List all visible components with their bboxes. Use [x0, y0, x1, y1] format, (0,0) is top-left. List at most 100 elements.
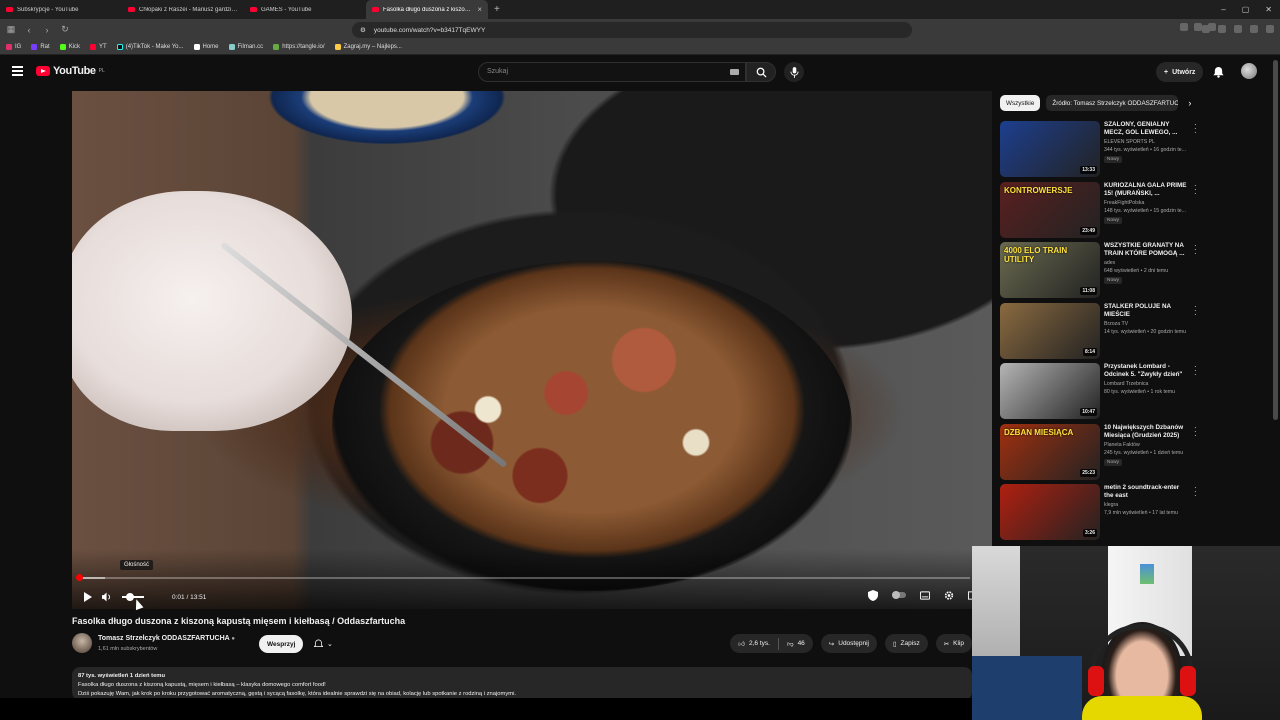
video-thumbnail[interactable]: DZBAN MIESIĄCA 25:23 [1000, 423, 1100, 480]
subscription-bell-button[interactable]: ⌄ [308, 635, 339, 653]
maximize-icon[interactable]: ▢ [1242, 5, 1250, 14]
recommended-channel[interactable]: klegra [1104, 502, 1118, 508]
notifications-button[interactable] [1213, 65, 1224, 83]
extension-icon[interactable] [1234, 25, 1242, 33]
bookmark-home[interactable]: Home [193, 44, 219, 50]
browser-tab-active-video[interactable]: Fasolka długo duszona z kiszoną... × [366, 0, 488, 19]
more-options-icon[interactable]: · · · [1194, 423, 1197, 439]
recommended-video[interactable]: DZBAN MIESIĄCA 25:23 10 Największych Dzban… [1000, 423, 1200, 480]
recommended-channel[interactable]: ELEVEN SPORTS PL [1104, 139, 1155, 145]
recommended-title[interactable]: metin 2 soundtrack-enter the east [1104, 484, 1188, 500]
bookmark-ig[interactable]: IG [6, 44, 21, 50]
autoplay-toggle[interactable] [892, 591, 906, 599]
share-button[interactable]: ↪ Udostępnij [820, 634, 877, 653]
address-bar[interactable]: ⚙ youtube.com/watch?v=b3417TqEWYY [352, 22, 912, 38]
hamburger-menu-icon[interactable] [12, 66, 23, 78]
extension-icon[interactable] [1250, 25, 1258, 33]
clip-button[interactable]: ✂ Klip [935, 634, 972, 653]
recommended-title[interactable]: STALKER POLUJE NA MIEŚCIE [1104, 303, 1188, 319]
account-avatar[interactable] [1241, 63, 1257, 79]
search-button[interactable] [746, 62, 776, 82]
recommended-channel[interactable]: Brzoza TV [1104, 321, 1128, 327]
share-page-icon[interactable] [1194, 23, 1202, 31]
like-button[interactable]: 👍︎ 2,6 tys. [730, 640, 778, 648]
recommended-video[interactable]: 8:14 STALKER POLUJE NA MIEŚCIE Brzoza TV 14… [1000, 302, 1200, 359]
recommended-channel[interactable]: FreakFightPolska [1104, 200, 1144, 206]
search-input[interactable]: Szukaj [478, 62, 746, 82]
recommended-channel[interactable]: adex [1104, 260, 1115, 266]
recommended-video[interactable]: 10:47 Przystanek Lombard - Odcinek 5. "Zw… [1000, 363, 1200, 419]
channel-avatar[interactable] [72, 633, 92, 653]
extension-icon[interactable] [1218, 25, 1226, 33]
extensions-area [1202, 25, 1274, 33]
apps-grid-icon[interactable]: ▦ [6, 24, 16, 35]
subtitles-button[interactable] [920, 590, 930, 600]
recommended-video[interactable]: KONTROWERSJE 23:49 KURIOZALNA GALA PRIME 1… [1000, 181, 1200, 238]
recommended-title[interactable]: 10 Największych Dzbanów Miesiąca (Grudzi… [1104, 424, 1188, 440]
more-options-icon[interactable]: · · · [1194, 242, 1197, 258]
site-info-icon[interactable]: ⚙ [360, 26, 366, 34]
save-button[interactable]: ▯ Zapisz [884, 634, 928, 653]
bookmark-rat[interactable]: Rat [31, 44, 50, 50]
browser-tab-chlopaki[interactable]: Chłopaki z Raszei - Mariusz gardzi p... [122, 0, 244, 19]
cast-icon[interactable] [1180, 23, 1188, 31]
video-thumbnail[interactable]: 13:33 [1000, 121, 1100, 177]
video-duration: 25:23 [1080, 468, 1097, 477]
more-options-icon[interactable]: · · · [1194, 302, 1197, 318]
video-thumbnail[interactable]: 8:14 [1000, 302, 1100, 359]
recommended-title[interactable]: Przystanek Lombard - Odcinek 5. "Zwykły … [1104, 363, 1188, 379]
bookmark-filman[interactable]: Filman.cc [228, 44, 263, 50]
chip-all[interactable]: Wszystkie [1000, 95, 1041, 111]
recommended-video[interactable]: 13:33 SZALONY, GENIALNY MECZ, GOL LEWEGO,… [1000, 121, 1200, 177]
dislike-button[interactable]: 👎︎ 46 [779, 640, 813, 648]
reload-icon[interactable]: ↻ [60, 24, 70, 35]
bookmark-zagraj[interactable]: Zagraj.my – Najleps... [334, 44, 402, 50]
recommended-title[interactable]: SZALONY, GENIALNY MECZ, GOL LEWEGO, ... [1104, 121, 1188, 137]
recommended-title[interactable]: WSZYSTKIE GRANATY NA TRAIN KTÓRE POMOGĄ … [1104, 242, 1188, 258]
close-tab-icon[interactable]: × [477, 5, 482, 14]
video-thumbnail[interactable]: 4000 ELO TRAIN UTILITY 11:08 [1000, 242, 1100, 298]
new-tab-icon[interactable]: + [488, 4, 506, 15]
channel-name[interactable]: Tomasz Strzelczyk ODDASZFARTUCHA ● [98, 635, 235, 642]
volume-slider[interactable] [122, 593, 144, 601]
more-options-icon[interactable]: · · · [1194, 363, 1197, 379]
minimize-icon[interactable]: – [1221, 5, 1225, 14]
more-options-icon[interactable]: · · · [1194, 484, 1197, 500]
recommended-title[interactable]: KURIOZALNA GALA PRIME 15! (MURAŃSKI, ... [1104, 182, 1188, 198]
video-thumbnail[interactable]: 3:26 [1000, 484, 1100, 540]
video-thumbnail[interactable]: KONTROWERSJE 23:49 [1000, 181, 1100, 238]
menu-icon[interactable] [1266, 25, 1274, 33]
video-player[interactable]: Głośność 0:01 / 13:51 [72, 91, 992, 609]
bookmark-tangle[interactable]: https://tangle.io/ [273, 44, 325, 50]
recommended-video[interactable]: 4000 ELO TRAIN UTILITY 11:08 WSZYSTKIE GRA… [1000, 242, 1200, 298]
recommended-video[interactable]: 3:26 metin 2 soundtrack-enter the east kle… [1000, 484, 1200, 540]
play-button[interactable] [82, 592, 92, 602]
forward-icon[interactable]: › [42, 25, 52, 35]
more-options-icon[interactable]: · · · [1194, 181, 1197, 197]
recommended-channel[interactable]: Planeta Faktów [1104, 442, 1140, 448]
page-scrollbar[interactable] [1273, 60, 1278, 420]
sponsor-shield-button[interactable] [868, 589, 878, 601]
browser-tab-games[interactable]: GAMES - YouTube [244, 0, 366, 19]
mute-button[interactable] [102, 592, 112, 602]
bookmark-yt[interactable]: YT [90, 44, 107, 50]
progress-bar[interactable] [76, 574, 970, 581]
bookmark-tiktok[interactable]: (4)TikTok - Make Yo... [116, 44, 184, 50]
chevron-right-icon[interactable]: › [1188, 98, 1191, 108]
more-options-icon[interactable]: · · · [1194, 121, 1197, 137]
close-window-icon[interactable]: ✕ [1265, 5, 1272, 14]
support-button[interactable]: Wesprzyj [259, 635, 304, 653]
create-button[interactable]: + Utwórz [1156, 62, 1204, 82]
settings-button[interactable] [944, 590, 954, 600]
voice-search-button[interactable] [784, 62, 804, 82]
youtube-logo[interactable]: YouTube PL [36, 65, 105, 77]
chip-from-channel[interactable]: Źródło: Tomasz Strzelczyk ODDASZFARTUCHA [1046, 95, 1179, 111]
back-icon[interactable]: ‹ [24, 25, 34, 35]
recommended-channel[interactable]: Lombard Trzebnica [1104, 381, 1148, 387]
extension-icon[interactable] [1202, 25, 1210, 33]
description-box[interactable]: 87 tys. wyświetleń 1 dzień temu Fasolka … [72, 667, 972, 700]
browser-tab-subscriptions[interactable]: Subskrypcje - YouTube [0, 0, 122, 19]
bookmark-kick[interactable]: Kick [59, 44, 80, 50]
keyboard-icon[interactable] [730, 69, 739, 75]
video-thumbnail[interactable]: 10:47 [1000, 363, 1100, 419]
